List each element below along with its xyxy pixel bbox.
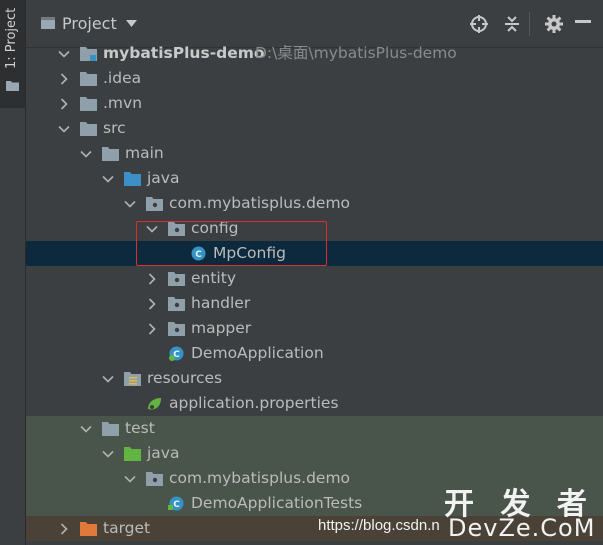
collapse-all-icon[interactable] bbox=[502, 14, 522, 34]
folder-icon bbox=[102, 422, 119, 436]
folder-icon bbox=[6, 81, 19, 91]
chevron-down-icon[interactable] bbox=[126, 20, 137, 27]
tree-row[interactable]: java bbox=[26, 166, 603, 191]
chevron-down-icon[interactable] bbox=[80, 423, 92, 435]
project-tab-label: 1: Project bbox=[4, 8, 19, 70]
folder-icon bbox=[102, 147, 119, 161]
tree-item-label: .mvn bbox=[103, 94, 143, 112]
chevron-right-icon[interactable] bbox=[146, 323, 158, 335]
folder-icon bbox=[80, 72, 97, 86]
tree-row[interactable]: mapper bbox=[26, 316, 603, 341]
chevron-right-icon[interactable] bbox=[146, 298, 158, 310]
tree-item-label: DemoApplicationTests bbox=[191, 494, 363, 512]
package-icon bbox=[146, 472, 163, 486]
chevron-down-icon[interactable] bbox=[124, 198, 136, 210]
tree-row[interactable]: test bbox=[26, 416, 603, 441]
spring-properties-icon bbox=[148, 398, 161, 410]
watermark-url: https://blog.csdn.n bbox=[318, 517, 440, 534]
tree-row[interactable]: handler bbox=[26, 291, 603, 316]
tree-item-label: .idea bbox=[103, 69, 142, 87]
package-icon bbox=[168, 297, 185, 311]
svg-text:C: C bbox=[173, 500, 180, 510]
project-view-icon bbox=[41, 17, 55, 29]
folder-icon bbox=[80, 97, 97, 111]
hide-minimize-icon[interactable] bbox=[575, 20, 591, 24]
test-root-icon bbox=[124, 447, 141, 461]
tree-row[interactable]: application.properties bbox=[26, 391, 603, 416]
tree-item-label: com.mybatisplus.demo bbox=[169, 469, 351, 487]
tree-item-label: com.mybatisplus.demo bbox=[169, 194, 351, 212]
package-icon bbox=[168, 322, 185, 336]
source-root-icon bbox=[124, 172, 141, 186]
tool-window-strip: 1: Project bbox=[0, 0, 26, 545]
chevron-right-icon[interactable] bbox=[58, 73, 70, 85]
tree-row[interactable]: .mvn bbox=[26, 91, 603, 116]
project-view-selector[interactable]: Project bbox=[62, 14, 117, 33]
tree-row[interactable]: main bbox=[26, 141, 603, 166]
chevron-down-icon[interactable] bbox=[58, 123, 70, 135]
tree-row[interactable]: java bbox=[26, 441, 603, 466]
module-folder-icon bbox=[80, 47, 97, 61]
chevron-down-icon[interactable] bbox=[102, 448, 114, 460]
gear-icon[interactable] bbox=[544, 14, 564, 34]
project-tree: mybatisPlus-demo D:\桌面\mybatisPlus-demo .i… bbox=[26, 41, 603, 545]
project-tool-window-tab[interactable]: 1: Project bbox=[0, 0, 25, 108]
tree-item-label: test bbox=[125, 419, 155, 437]
tree-row[interactable]: .idea bbox=[26, 66, 603, 91]
tree-item-label: src bbox=[103, 119, 126, 137]
tree-row[interactable]: com.mybatisplus.demo bbox=[26, 191, 603, 216]
tree-item-label: DemoApplication bbox=[191, 344, 324, 362]
tree-item-path: D:\桌面\mybatisPlus-demo bbox=[255, 44, 457, 62]
header-divider bbox=[529, 12, 530, 36]
package-icon bbox=[146, 197, 163, 211]
tree-item-label: java bbox=[147, 444, 180, 462]
tree-row[interactable]: C DemoApplication bbox=[26, 341, 603, 366]
tree-item-label: main bbox=[125, 144, 164, 162]
chevron-right-icon[interactable] bbox=[146, 273, 158, 285]
test-class-icon: C bbox=[168, 496, 184, 511]
tree-item-label: mybatisPlus-demo bbox=[103, 44, 265, 62]
chevron-right-icon[interactable] bbox=[58, 98, 70, 110]
tree-row[interactable]: mybatisPlus-demo D:\桌面\mybatisPlus-demo bbox=[26, 41, 603, 66]
chevron-down-icon[interactable] bbox=[102, 173, 114, 185]
spring-boot-class-icon: C bbox=[169, 346, 184, 361]
chevron-down-icon[interactable] bbox=[102, 373, 114, 385]
tree-item-label: resources bbox=[147, 369, 223, 387]
tree-row[interactable]: src bbox=[26, 116, 603, 141]
chevron-down-icon[interactable] bbox=[80, 148, 92, 160]
tree-item-label: java bbox=[147, 169, 180, 187]
highlight-annotation-box bbox=[136, 221, 327, 266]
chevron-right-icon[interactable] bbox=[58, 523, 70, 535]
tree-item-label: target bbox=[103, 519, 151, 537]
excluded-folder-icon bbox=[80, 522, 97, 536]
locate-file-icon[interactable] bbox=[469, 14, 489, 34]
tree-item-label: entity bbox=[191, 269, 236, 287]
watermark-brand-en: DevZe.CoM bbox=[448, 514, 596, 542]
tree-item-label: application.properties bbox=[169, 394, 339, 412]
folder-icon bbox=[80, 122, 97, 136]
chevron-down-icon[interactable] bbox=[58, 48, 70, 60]
package-icon bbox=[168, 272, 185, 286]
tree-item-label: mapper bbox=[191, 319, 252, 337]
chevron-down-icon[interactable] bbox=[124, 473, 136, 485]
tree-row[interactable]: entity bbox=[26, 266, 603, 291]
tree-item-label: handler bbox=[191, 294, 251, 312]
resources-root-icon bbox=[124, 372, 141, 386]
tree-row[interactable]: resources bbox=[26, 366, 603, 391]
